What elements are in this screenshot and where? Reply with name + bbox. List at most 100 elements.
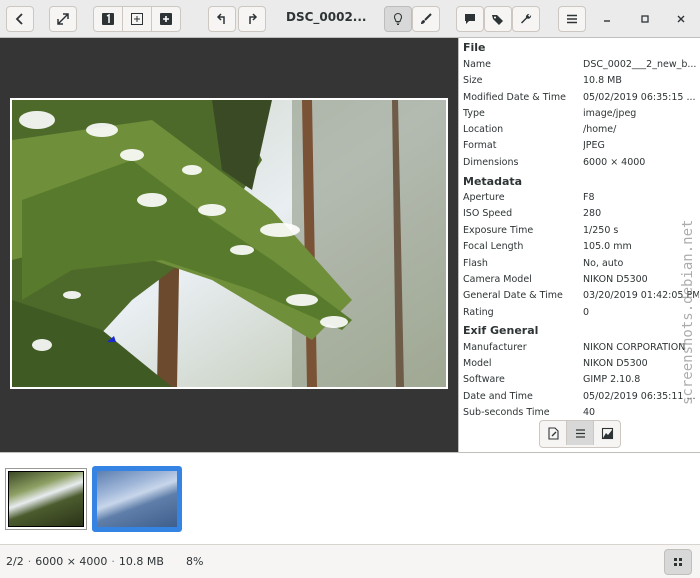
sidebar-view-switcher xyxy=(539,420,621,448)
thumbnail-item[interactable] xyxy=(5,468,87,530)
property-row: Size 10.8 MB xyxy=(459,75,700,91)
status-info: 2/2 · 6000 × 4000 · 10.8 MB xyxy=(6,555,164,568)
comment-view-button[interactable] xyxy=(540,421,567,445)
browser-view-button[interactable] xyxy=(664,549,692,575)
property-row: Format JPEG xyxy=(459,140,700,156)
property-key: Modified Date & Time xyxy=(463,92,566,103)
tag-button[interactable] xyxy=(484,6,512,32)
rotate-left-icon xyxy=(216,13,225,24)
list-icon xyxy=(575,428,585,438)
zoom-100-button[interactable] xyxy=(94,7,123,31)
hamburger-menu-icon xyxy=(567,14,577,24)
property-key: Rating xyxy=(463,307,494,318)
property-row: Type image/jpeg xyxy=(459,108,700,124)
property-key: Aperture xyxy=(463,192,505,203)
property-key: Focal Length xyxy=(463,241,524,252)
zoom-fit-button[interactable] xyxy=(123,7,152,31)
property-key: Manufacturer xyxy=(463,342,527,353)
property-row: Camera Model NIKON D5300 xyxy=(459,274,700,290)
property-key: Name xyxy=(463,59,492,70)
close-icon xyxy=(677,15,685,23)
status-position: 2/2 xyxy=(6,555,24,568)
histogram-view-button[interactable] xyxy=(594,421,620,445)
property-key: Size xyxy=(463,75,483,86)
property-key: Exposure Time xyxy=(463,225,534,236)
fullscreen-button[interactable] xyxy=(49,6,77,32)
zoom-original-icon xyxy=(102,13,114,25)
property-value: DSC_0002___2_new_b... xyxy=(583,59,697,70)
property-key: Flash xyxy=(463,258,488,269)
property-key: Model xyxy=(463,358,492,369)
property-row: Model NIKON D5300 xyxy=(459,358,700,374)
property-key: Camera Model xyxy=(463,274,532,285)
property-row: Modified Date & Time 05/02/2019 06:35:15 … xyxy=(459,92,700,108)
rotate-left-button[interactable] xyxy=(208,6,236,32)
brush-icon xyxy=(421,13,432,24)
property-key: General Date & Time xyxy=(463,290,563,301)
properties-view-button[interactable] xyxy=(567,421,594,445)
tools-button[interactable] xyxy=(512,6,540,32)
property-value: image/jpeg xyxy=(583,108,637,119)
property-row: ISO Speed 280 xyxy=(459,208,700,224)
watermark: screenshots.debian.net xyxy=(680,220,696,405)
thumbnail-image xyxy=(8,471,84,527)
close-button[interactable] xyxy=(671,9,691,29)
rotate-right-icon xyxy=(249,13,258,24)
edit-button[interactable] xyxy=(412,6,440,32)
status-dimensions: 6000 × 4000 xyxy=(35,555,108,568)
status-zoom: 8% xyxy=(186,555,204,568)
property-value: 6000 × 4000 xyxy=(583,157,646,168)
property-row: Software GIMP 2.10.8 xyxy=(459,374,700,390)
grid-icon xyxy=(674,558,682,566)
property-key: Date and Time xyxy=(463,391,533,402)
maximize-button[interactable] xyxy=(635,9,655,29)
property-row: Date and Time 05/02/2019 06:35:11 ... xyxy=(459,391,700,407)
property-value: JPEG xyxy=(583,140,605,151)
properties-button[interactable] xyxy=(384,6,412,32)
minimize-icon xyxy=(604,20,610,22)
thumbnail-image xyxy=(97,471,177,527)
maximize-icon xyxy=(641,15,649,23)
comment-icon xyxy=(465,14,475,24)
property-value: 05/02/2019 06:35:15 ... xyxy=(583,92,696,103)
property-value: 10.8 MB xyxy=(583,75,622,86)
property-row: Aperture F8 xyxy=(459,192,700,208)
thumbnail-strip xyxy=(0,452,700,544)
property-key: Sub-seconds Time xyxy=(463,407,550,418)
properties-list[interactable]: File Name DSC_0002___2_new_b... Size 10.8 … xyxy=(459,38,700,418)
property-key: ISO Speed xyxy=(463,208,513,219)
minimize-button[interactable] xyxy=(597,9,617,29)
zoom-button-group xyxy=(93,6,181,32)
status-bar: 2/2 · 6000 × 4000 · 10.8 MB 8% xyxy=(0,544,700,578)
comment-button[interactable] xyxy=(456,6,484,32)
zoom-fit-icon xyxy=(131,13,143,25)
property-row: Dimensions 6000 × 4000 xyxy=(459,157,700,173)
property-row: Sub-seconds Time 40 xyxy=(459,407,700,418)
fullscreen-icon xyxy=(57,13,69,25)
property-row: Flash No, auto xyxy=(459,258,700,274)
zoom-in-button[interactable] xyxy=(152,7,180,31)
tag-icon xyxy=(492,15,503,25)
window-title: DSC_0002... xyxy=(286,10,367,24)
main-menu-button[interactable] xyxy=(558,6,586,32)
histogram-icon xyxy=(601,427,613,439)
property-key: Location xyxy=(463,124,504,135)
property-key: Dimensions xyxy=(463,157,519,168)
photo xyxy=(10,98,448,389)
lightbulb-icon xyxy=(393,12,403,26)
property-row: Exposure Time 1/250 s xyxy=(459,225,700,241)
back-button[interactable] xyxy=(6,6,34,32)
rotate-right-button[interactable] xyxy=(238,6,266,32)
property-row: Focal Length 105.0 mm xyxy=(459,241,700,257)
status-size: 10.8 MB xyxy=(118,555,164,568)
section-metadata-heading: Metadata xyxy=(463,175,523,188)
watermark-text: screenshots.debian.net xyxy=(680,220,696,405)
property-row: General Date & Time 03/20/2019 01:42:05 P… xyxy=(459,290,700,306)
back-icon xyxy=(15,13,23,25)
wrench-icon xyxy=(521,13,532,24)
section-file-heading: File xyxy=(463,41,486,54)
thumbnail-item-selected[interactable] xyxy=(92,466,182,532)
property-row: Manufacturer NIKON CORPORATION xyxy=(459,342,700,358)
image-viewer[interactable] xyxy=(0,38,458,452)
property-row: Location/home/ xyxy=(459,124,700,140)
